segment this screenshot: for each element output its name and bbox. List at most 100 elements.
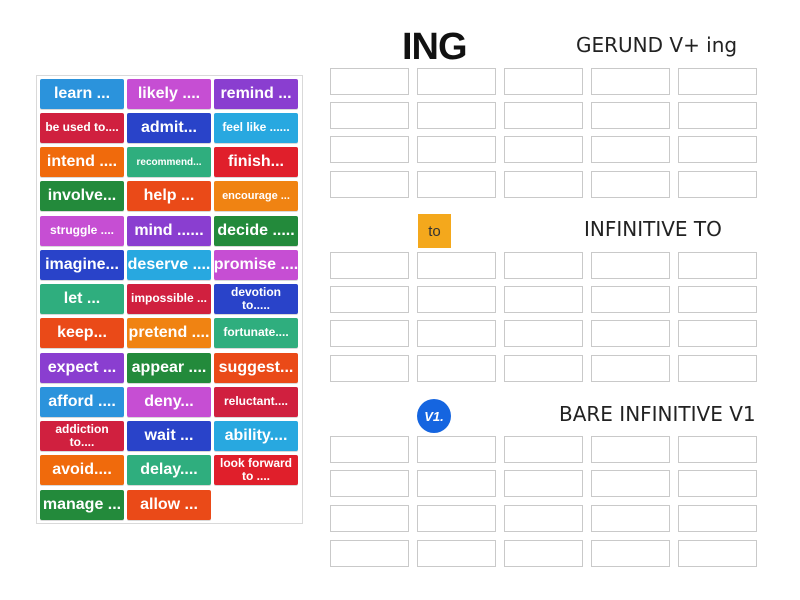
drop-slot-infinitive-to[interactable]: [417, 320, 496, 347]
tile-reluctant[interactable]: reluctant....: [214, 387, 298, 417]
drop-slot-bare-infinitive[interactable]: [330, 470, 409, 497]
tile-involve[interactable]: involve...: [40, 181, 124, 211]
drop-slot-gerund[interactable]: [504, 68, 583, 95]
drop-slot-bare-infinitive[interactable]: [417, 540, 496, 567]
drop-slot-infinitive-to[interactable]: [504, 286, 583, 313]
drop-slot-gerund[interactable]: [330, 171, 409, 198]
drop-slot-infinitive-to[interactable]: [504, 320, 583, 347]
drop-slot-bare-infinitive[interactable]: [417, 436, 496, 463]
drop-slot-infinitive-to[interactable]: [417, 355, 496, 382]
drop-slot-infinitive-to[interactable]: [591, 286, 670, 313]
drop-slot-bare-infinitive[interactable]: [591, 505, 670, 532]
drop-slot-gerund[interactable]: [330, 102, 409, 129]
tile-help[interactable]: help ...: [127, 181, 211, 211]
tile-appear[interactable]: appear ....: [127, 353, 211, 383]
tile-impossible[interactable]: impossible ...: [127, 284, 211, 314]
drop-slot-bare-infinitive[interactable]: [504, 470, 583, 497]
tile-intend[interactable]: intend ....: [40, 147, 124, 177]
drop-slot-gerund[interactable]: [504, 136, 583, 163]
tile-addiction-to[interactable]: addiction to....: [40, 421, 124, 451]
drop-slot-gerund[interactable]: [504, 102, 583, 129]
drop-slot-gerund[interactable]: [678, 136, 757, 163]
drop-slot-gerund[interactable]: [417, 171, 496, 198]
category-label-bare-infinitive: BARE INFINITIVE V1: [559, 402, 756, 426]
tile-finish[interactable]: finish...: [214, 147, 298, 177]
tile-decide[interactable]: decide .....: [214, 216, 298, 246]
drop-slot-bare-infinitive[interactable]: [591, 470, 670, 497]
drop-slot-bare-infinitive[interactable]: [591, 436, 670, 463]
to-badge-icon: to: [418, 214, 451, 248]
drop-slot-infinitive-to[interactable]: [504, 355, 583, 382]
drop-slot-infinitive-to[interactable]: [591, 320, 670, 347]
drop-slot-gerund[interactable]: [417, 136, 496, 163]
tile-afford[interactable]: afford ....: [40, 387, 124, 417]
drop-slot-infinitive-to[interactable]: [330, 252, 409, 279]
tile-devotion-to[interactable]: devotion to.....: [214, 284, 298, 314]
drop-slot-bare-infinitive[interactable]: [678, 505, 757, 532]
drop-slot-bare-infinitive[interactable]: [504, 540, 583, 567]
drop-slot-bare-infinitive[interactable]: [678, 470, 757, 497]
drop-slot-bare-infinitive[interactable]: [504, 436, 583, 463]
drop-slot-gerund[interactable]: [591, 102, 670, 129]
drop-slot-gerund[interactable]: [678, 68, 757, 95]
drop-slot-bare-infinitive[interactable]: [330, 436, 409, 463]
drop-slot-infinitive-to[interactable]: [330, 355, 409, 382]
drop-slot-gerund[interactable]: [504, 171, 583, 198]
tile-struggle[interactable]: struggle ....: [40, 216, 124, 246]
drop-slot-infinitive-to[interactable]: [417, 286, 496, 313]
drop-slot-gerund[interactable]: [330, 68, 409, 95]
drop-slot-infinitive-to[interactable]: [591, 355, 670, 382]
tile-suggest[interactable]: suggest...: [214, 353, 298, 383]
tile-mind[interactable]: mind ......: [127, 216, 211, 246]
tile-imagine[interactable]: imagine...: [40, 250, 124, 280]
drop-slot-infinitive-to[interactable]: [678, 355, 757, 382]
drop-slot-infinitive-to[interactable]: [678, 320, 757, 347]
drop-slot-bare-infinitive[interactable]: [417, 470, 496, 497]
drop-slot-bare-infinitive[interactable]: [330, 505, 409, 532]
tile-look-forward-to[interactable]: look forward to ....: [214, 455, 298, 485]
drop-slot-gerund[interactable]: [417, 68, 496, 95]
drop-slot-infinitive-to[interactable]: [678, 252, 757, 279]
drop-slot-bare-infinitive[interactable]: [417, 505, 496, 532]
tile-manage[interactable]: manage ...: [40, 490, 124, 520]
drop-slot-infinitive-to[interactable]: [504, 252, 583, 279]
tile-admit[interactable]: admit...: [127, 113, 211, 143]
drop-slot-infinitive-to[interactable]: [330, 286, 409, 313]
tile-avoid[interactable]: avoid....: [40, 455, 124, 485]
tile-deny[interactable]: deny...: [127, 387, 211, 417]
tile-keep[interactable]: keep...: [40, 318, 124, 348]
tile-promise[interactable]: promise ....: [214, 250, 298, 280]
drop-slot-bare-infinitive[interactable]: [330, 540, 409, 567]
tile-delay[interactable]: delay....: [127, 455, 211, 485]
tile-learn[interactable]: learn ...: [40, 79, 124, 109]
tile-recommend[interactable]: recommend...: [127, 147, 211, 177]
tile-fortunate[interactable]: fortunate....: [214, 318, 298, 348]
tile-be-used-to[interactable]: be used to....: [40, 113, 124, 143]
tile-ability[interactable]: ability....: [214, 421, 298, 451]
drop-slot-infinitive-to[interactable]: [417, 252, 496, 279]
drop-slot-gerund[interactable]: [330, 136, 409, 163]
tile-remind[interactable]: remind ...: [214, 79, 298, 109]
drop-slot-bare-infinitive[interactable]: [504, 505, 583, 532]
tile-likely[interactable]: likely ....: [127, 79, 211, 109]
tile-expect[interactable]: expect ...: [40, 353, 124, 383]
drop-slot-gerund[interactable]: [591, 68, 670, 95]
tile-allow[interactable]: allow ...: [127, 490, 211, 520]
drop-slot-gerund[interactable]: [591, 171, 670, 198]
drop-slot-gerund[interactable]: [417, 102, 496, 129]
drop-slot-gerund[interactable]: [678, 171, 757, 198]
drop-slot-gerund[interactable]: [678, 102, 757, 129]
drop-slot-infinitive-to[interactable]: [330, 320, 409, 347]
tile-deserve[interactable]: deserve ....: [127, 250, 211, 280]
tile-encourage[interactable]: encourage ...: [214, 181, 298, 211]
drop-slot-bare-infinitive[interactable]: [678, 436, 757, 463]
drop-slot-bare-infinitive[interactable]: [591, 540, 670, 567]
drop-slot-infinitive-to[interactable]: [591, 252, 670, 279]
drop-slot-infinitive-to[interactable]: [678, 286, 757, 313]
drop-slot-gerund[interactable]: [591, 136, 670, 163]
tile-let[interactable]: let ...: [40, 284, 124, 314]
tile-wait[interactable]: wait ...: [127, 421, 211, 451]
tile-pretend[interactable]: pretend ....: [127, 318, 211, 348]
tile-feel-like[interactable]: feel like ......: [214, 113, 298, 143]
drop-slot-bare-infinitive[interactable]: [678, 540, 757, 567]
